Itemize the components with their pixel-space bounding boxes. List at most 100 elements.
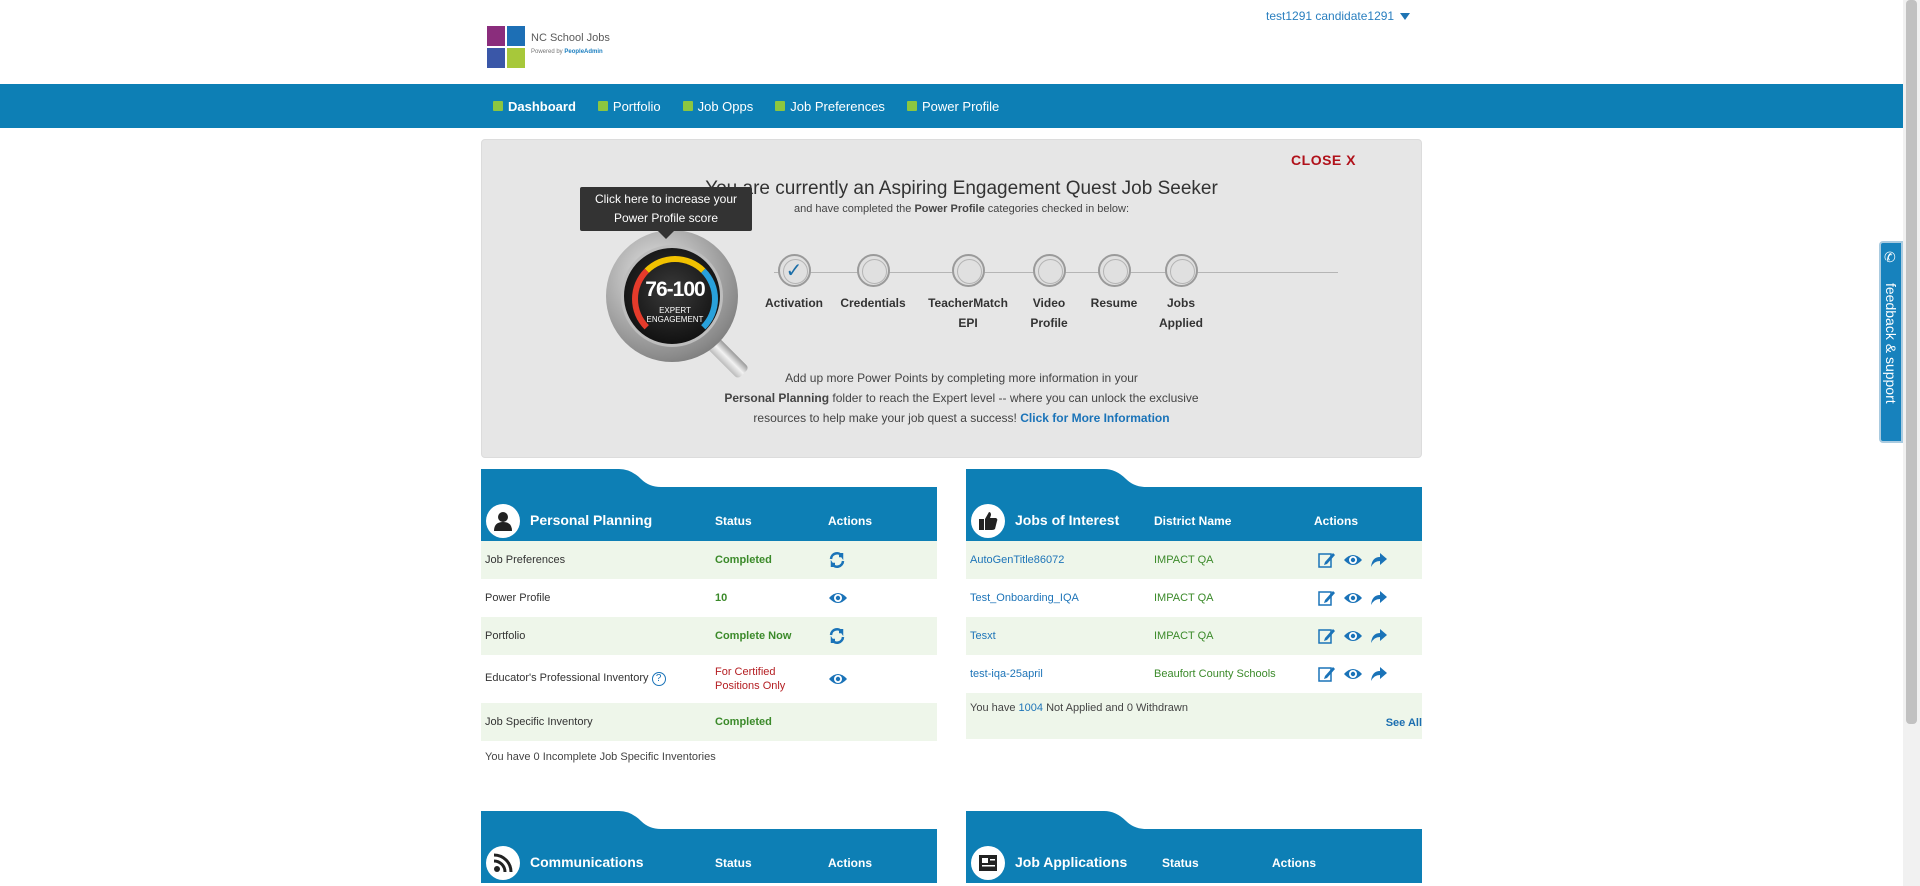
communications-card: Communications Status Actions xyxy=(481,811,937,883)
close-button[interactable]: CLOSE X xyxy=(1291,152,1356,168)
gauge-score: 76-100 xyxy=(645,278,705,301)
step-jobs-applied: Jobs Applied xyxy=(1141,254,1221,333)
table-row: Portfolio Complete Now xyxy=(481,617,937,655)
feedback-label: feedback & support xyxy=(1883,283,1899,404)
view-icon[interactable] xyxy=(828,671,848,687)
thumbs-up-icon xyxy=(971,504,1005,538)
header: NC School Jobs Powered by PeopleAdmin te… xyxy=(0,0,1903,84)
engagement-panel: CLOSE X You are currently an Aspiring En… xyxy=(481,139,1422,458)
nav-dashboard[interactable]: Dashboard xyxy=(493,99,576,114)
share-arrow-icon[interactable] xyxy=(1370,552,1388,568)
table-row: Job Preferences Completed xyxy=(481,541,937,579)
edit-icon[interactable] xyxy=(1318,589,1336,607)
caret-down-icon xyxy=(1400,12,1411,20)
status-value: Completed xyxy=(715,554,772,566)
edit-icon[interactable] xyxy=(1318,627,1336,645)
nav-bullet-icon xyxy=(597,101,608,111)
jobs-of-interest-card: Jobs of Interest District Name Actions A… xyxy=(966,469,1422,739)
magnifier-icon: 76-100 EXPERT ENGAGEMENT xyxy=(606,230,738,362)
nav-bullet-icon xyxy=(493,101,503,111)
jobs-summary: You have 1004 Not Applied and 0 Withdraw… xyxy=(966,693,1422,739)
view-icon[interactable] xyxy=(1343,552,1363,568)
table-row: Tesxt IMPACT QA xyxy=(966,617,1422,655)
table-row: test-iqa-25april Beaufort County Schools xyxy=(966,655,1422,693)
nav-bullet-icon xyxy=(906,101,917,111)
actions-column-header: Actions xyxy=(1272,856,1317,870)
nc-school-jobs-logo[interactable]: NC School Jobs Powered by PeopleAdmin xyxy=(487,26,612,72)
refresh-icon[interactable] xyxy=(828,551,846,569)
logo-subtitle: Powered by PeopleAdmin xyxy=(531,49,603,55)
edit-icon[interactable] xyxy=(1318,665,1336,683)
status-value[interactable]: Complete Now xyxy=(715,630,791,642)
view-icon[interactable] xyxy=(1343,666,1363,682)
table-row: AutoGenTitle86072 IMPACT QA xyxy=(966,541,1422,579)
main-nav: Dashboard Portfolio Job Opps Job Prefere… xyxy=(0,84,1903,128)
share-arrow-icon[interactable] xyxy=(1370,666,1388,682)
logo-mark-icon xyxy=(487,26,525,68)
view-icon[interactable] xyxy=(1343,590,1363,606)
megaphone-icon: ✆ xyxy=(1884,249,1896,265)
more-info-link[interactable]: Click for More Information xyxy=(1020,411,1169,425)
gauge-label: EXPERT ENGAGEMENT xyxy=(646,306,704,324)
see-all-link[interactable]: See All xyxy=(1386,717,1422,729)
nav-bullet-icon xyxy=(682,101,693,111)
not-applied-count-link[interactable]: 1004 xyxy=(1019,702,1043,714)
actions-column-header: Actions xyxy=(828,514,873,528)
user-name: test1291 candidate1291 xyxy=(1266,9,1395,23)
actions-column-header: Actions xyxy=(828,856,873,870)
actions-column-header: Actions xyxy=(1314,514,1359,528)
power-profile-gauge[interactable]: 76-100 EXPERT ENGAGEMENT xyxy=(606,230,756,380)
card-header-bg xyxy=(481,469,937,541)
scrollbar-thumb[interactable] xyxy=(1906,0,1917,724)
share-arrow-icon[interactable] xyxy=(1370,628,1388,644)
table-row: Job Specific Inventory Completed xyxy=(481,703,937,741)
card-title: Personal Planning xyxy=(530,512,653,528)
view-icon[interactable] xyxy=(828,590,848,606)
step-activation: ✓ Activation xyxy=(754,254,834,313)
status-value: 10 xyxy=(715,592,728,604)
help-icon[interactable]: ? xyxy=(651,672,666,686)
job-link[interactable]: Test_Onboarding_IQA xyxy=(970,592,1079,604)
table-row: Power Profile 10 xyxy=(481,579,937,617)
nav-portfolio[interactable]: Portfolio xyxy=(597,99,661,114)
edit-icon[interactable] xyxy=(1318,551,1336,569)
feedback-support-tab[interactable]: ✆ feedback & support xyxy=(1879,241,1903,443)
nav-bullet-icon xyxy=(775,101,786,111)
status-value: Completed xyxy=(715,716,772,728)
engagement-steps: ✓ Activation Credentials TeacherMatch EP… xyxy=(765,254,1338,334)
refresh-icon[interactable] xyxy=(828,627,846,645)
job-link[interactable]: Tesxt xyxy=(970,630,996,642)
view-icon[interactable] xyxy=(1343,628,1363,644)
job-link[interactable]: AutoGenTitle86072 xyxy=(970,554,1064,566)
checkmark-icon: ✓ xyxy=(785,260,803,282)
table-row: Test_Onboarding_IQA IMPACT QA xyxy=(966,579,1422,617)
nav-job-opps[interactable]: Job Opps xyxy=(682,99,753,114)
job-link[interactable]: test-iqa-25april xyxy=(970,668,1043,680)
district-link[interactable]: IMPACT QA xyxy=(1154,592,1214,604)
district-link[interactable]: IMPACT QA xyxy=(1154,630,1214,642)
step-credentials: Credentials xyxy=(833,254,913,313)
inventory-note: You have 0 Incomplete Job Specific Inven… xyxy=(485,751,716,763)
status-value: For Certified Positions Only xyxy=(715,666,786,692)
jobs-note: You have 1004 Not Applied and 0 Withdraw… xyxy=(970,702,1188,714)
district-link[interactable]: Beaufort County Schools xyxy=(1154,668,1276,680)
status-column-header: Status xyxy=(1162,856,1199,870)
step-teachermatch-epi: TeacherMatch EPI xyxy=(928,254,1008,333)
card-title: Communications xyxy=(530,854,644,870)
logo-title: NC School Jobs xyxy=(531,32,610,44)
status-column-header: Status xyxy=(715,514,752,528)
card-header-bg xyxy=(481,811,937,883)
rss-icon xyxy=(486,846,520,880)
nav-power-profile[interactable]: Power Profile xyxy=(906,99,999,114)
table-row: Educator's Professional Inventory ? For … xyxy=(481,655,937,703)
card-header-bg xyxy=(966,469,1422,541)
share-arrow-icon[interactable] xyxy=(1370,590,1388,606)
power-profile-tooltip[interactable]: Click here to increase your Power Profile… xyxy=(580,187,752,239)
nav-job-preferences[interactable]: Job Preferences xyxy=(775,99,885,114)
engagement-text: Add up more Power Points by completing m… xyxy=(724,371,1199,425)
user-menu[interactable]: test1291 candidate1291 xyxy=(1266,9,1411,23)
document-icon xyxy=(971,846,1005,880)
job-applications-card: Job Applications Status Actions xyxy=(966,811,1422,883)
district-link[interactable]: IMPACT QA xyxy=(1154,554,1214,566)
person-icon xyxy=(486,504,520,538)
